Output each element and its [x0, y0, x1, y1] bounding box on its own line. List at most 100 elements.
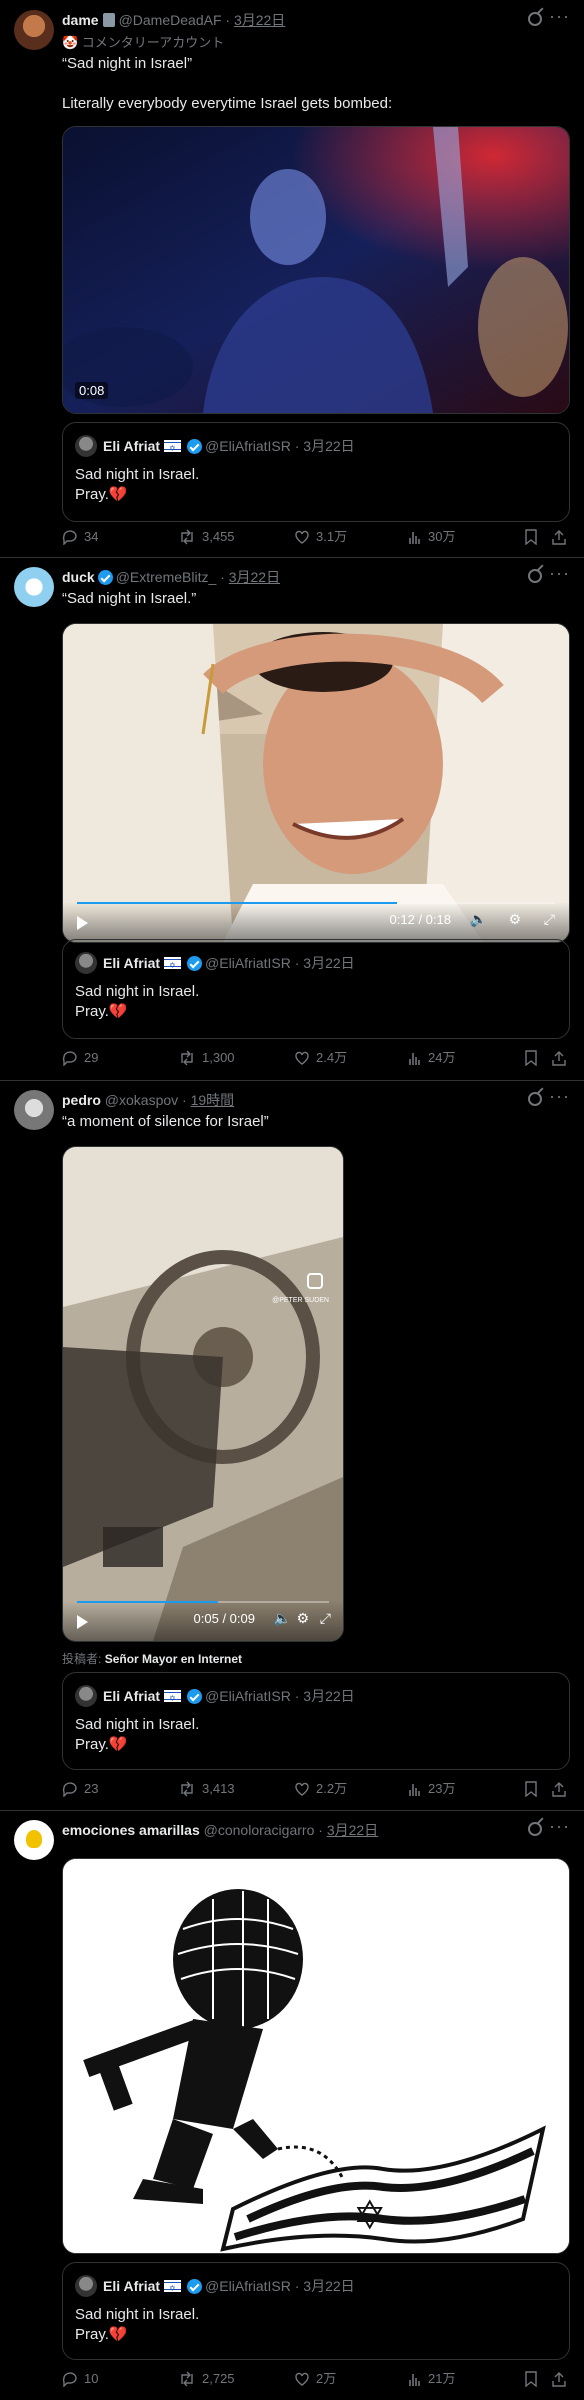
like-count: 3.1万 [316, 529, 348, 544]
more-icon[interactable]: ··· [549, 1816, 570, 1837]
posted-by-account[interactable]: Señor Mayor en Internet [105, 1652, 242, 1666]
repost-button[interactable]: 2,725 [178, 2368, 235, 2390]
bookmark-button[interactable] [524, 2368, 544, 2390]
action-bar: 23 3,413 2.2万 23万 [62, 1778, 568, 1800]
like-button[interactable]: 2万 [294, 2368, 336, 2390]
repost-button[interactable]: 3,413 [178, 1778, 235, 1800]
quoted-post[interactable]: Eli Afriat@EliAfriatISR · 3月22日 Sad nigh… [62, 2262, 570, 2360]
views-button[interactable]: 21万 [408, 2368, 455, 2390]
display-name[interactable]: dame [62, 12, 99, 28]
share-button[interactable] [552, 1047, 572, 1069]
avatar[interactable] [14, 567, 54, 607]
bookmark-button[interactable] [524, 1047, 544, 1069]
fullscreen-icon[interactable]: ⤢ [544, 912, 555, 928]
post-pedro[interactable]: pedro @xokaspov · 19時間 ··· “a moment of … [0, 1080, 584, 1811]
handle[interactable]: @ExtremeBlitz_ [116, 569, 217, 585]
grok-icon[interactable] [528, 569, 542, 583]
video-player[interactable]: 0:08 [62, 126, 570, 414]
share-button[interactable] [552, 2368, 572, 2390]
quoted-text-line2: Pray. [75, 486, 109, 503]
illustration: ✡ [63, 1859, 569, 2253]
play-icon[interactable] [77, 1615, 88, 1629]
like-count: 2.4万 [316, 1050, 348, 1065]
bookmark-button[interactable] [524, 1778, 544, 1800]
more-icon[interactable]: ··· [549, 6, 570, 27]
repost-count: 2,725 [202, 2371, 235, 2386]
more-icon[interactable]: ··· [549, 563, 570, 584]
repost-button[interactable]: 3,455 [178, 526, 235, 548]
share-button[interactable] [552, 1778, 572, 1800]
reply-button[interactable]: 34 [62, 526, 98, 548]
video-player[interactable]: 0:12 / 0:18 🔈 ⚙ ⤢ [62, 623, 570, 943]
like-button[interactable]: 2.2万 [294, 1778, 347, 1800]
reply-icon [62, 530, 77, 546]
quoted-text-line2: Pray. [75, 1736, 109, 1753]
post-emociones[interactable]: emociones amarillas @conoloracigarro · 3… [0, 1810, 584, 2400]
avatar[interactable] [14, 1820, 54, 1860]
timestamp[interactable]: 3月22日 [234, 12, 285, 28]
like-button[interactable]: 3.1万 [294, 526, 347, 548]
israel-flag-icon [164, 1688, 182, 1710]
handle[interactable]: @conoloracigarro [204, 1822, 315, 1838]
post-text: “Sad night in Israel.” [62, 590, 197, 607]
like-count: 2.2万 [316, 1781, 348, 1796]
mute-icon[interactable]: 🔈 [274, 1611, 291, 1627]
video-frame [63, 127, 569, 413]
post-header: duck @ExtremeBlitz_ · 3月22日 [62, 569, 281, 585]
fullscreen-icon[interactable]: ⤢ [320, 1611, 331, 1627]
post-text: “Sad night in Israel” Literally everybod… [62, 55, 393, 112]
avatar[interactable] [14, 1090, 54, 1130]
views-icon [409, 1053, 420, 1065]
post-duck[interactable]: duck @ExtremeBlitz_ · 3月22日 ··· “Sad nigh… [0, 557, 584, 1081]
timestamp[interactable]: 19時間 [191, 1092, 235, 1108]
broken-heart-emoji: 💔 [108, 1003, 128, 1020]
play-icon[interactable] [77, 916, 88, 930]
repost-icon [181, 1050, 193, 1066]
broken-heart-emoji: 💔 [108, 2326, 128, 2343]
handle[interactable]: @DameDeadAF [119, 12, 222, 28]
grok-icon[interactable] [528, 1822, 542, 1836]
settings-icon[interactable]: ⚙ [296, 1611, 309, 1627]
settings-icon[interactable]: ⚙ [508, 912, 521, 928]
handle[interactable]: @xokaspov [105, 1092, 178, 1108]
share-button[interactable] [552, 526, 572, 548]
views-button[interactable]: 30万 [408, 526, 455, 548]
quoted-post[interactable]: Eli Afriat@EliAfriatISR · 3月22日 Sad nigh… [62, 1672, 570, 1770]
reply-button[interactable]: 10 [62, 2368, 98, 2390]
quoted-post[interactable]: Eli Afriat@EliAfriatISR · 3月22日 Sad nigh… [62, 422, 570, 522]
post-header: dame @DameDeadAF · 3月22日 [62, 12, 286, 28]
post-dame[interactable]: dame @DameDeadAF · 3月22日 ··· 🤡 コメンタリーアカウン… [0, 0, 584, 558]
quoted-post[interactable]: Eli Afriat@EliAfriatISR · 3月22日 Sad nigh… [62, 939, 570, 1039]
timestamp[interactable]: 3月22日 [327, 1822, 378, 1838]
like-button[interactable]: 2.4万 [294, 1047, 347, 1069]
video-frame [63, 624, 569, 942]
share-icon [552, 2372, 566, 2387]
bookmark-icon [525, 1781, 537, 1798]
quoted-avatar [75, 435, 97, 457]
display-name[interactable]: emociones amarillas [62, 1822, 200, 1838]
timestamp[interactable]: 3月22日 [229, 569, 280, 585]
repost-button[interactable]: 1,300 [178, 1047, 235, 1069]
reply-button[interactable]: 23 [62, 1778, 98, 1800]
display-name[interactable]: pedro [62, 1092, 101, 1108]
action-bar: 34 3,455 3.1万 30万 [62, 526, 568, 548]
reply-count: 34 [84, 529, 99, 544]
avatar[interactable] [14, 10, 54, 50]
more-icon[interactable]: ··· [549, 1086, 570, 1107]
share-icon [552, 530, 566, 545]
reply-button[interactable]: 29 [62, 1047, 98, 1069]
verified-icon [187, 439, 203, 454]
posted-by: 投稿者: Señor Mayor en Internet [62, 1650, 242, 1667]
mute-icon[interactable]: 🔈 [470, 912, 487, 928]
like-count: 2万 [316, 2371, 337, 2386]
display-name[interactable]: duck [62, 569, 95, 585]
bookmark-button[interactable] [524, 526, 544, 548]
views-button[interactable]: 24万 [408, 1047, 455, 1069]
grok-icon[interactable] [528, 1092, 542, 1106]
video-progress[interactable] [77, 1601, 329, 1603]
video-player[interactable]: @PETER SUDEN 0:05 / 0:09 🔈 ⚙ ⤢ [62, 1146, 344, 1642]
post-image[interactable]: ✡ [62, 1858, 570, 2254]
video-progress[interactable] [77, 902, 555, 904]
views-button[interactable]: 23万 [408, 1778, 455, 1800]
grok-icon[interactable] [528, 12, 542, 26]
